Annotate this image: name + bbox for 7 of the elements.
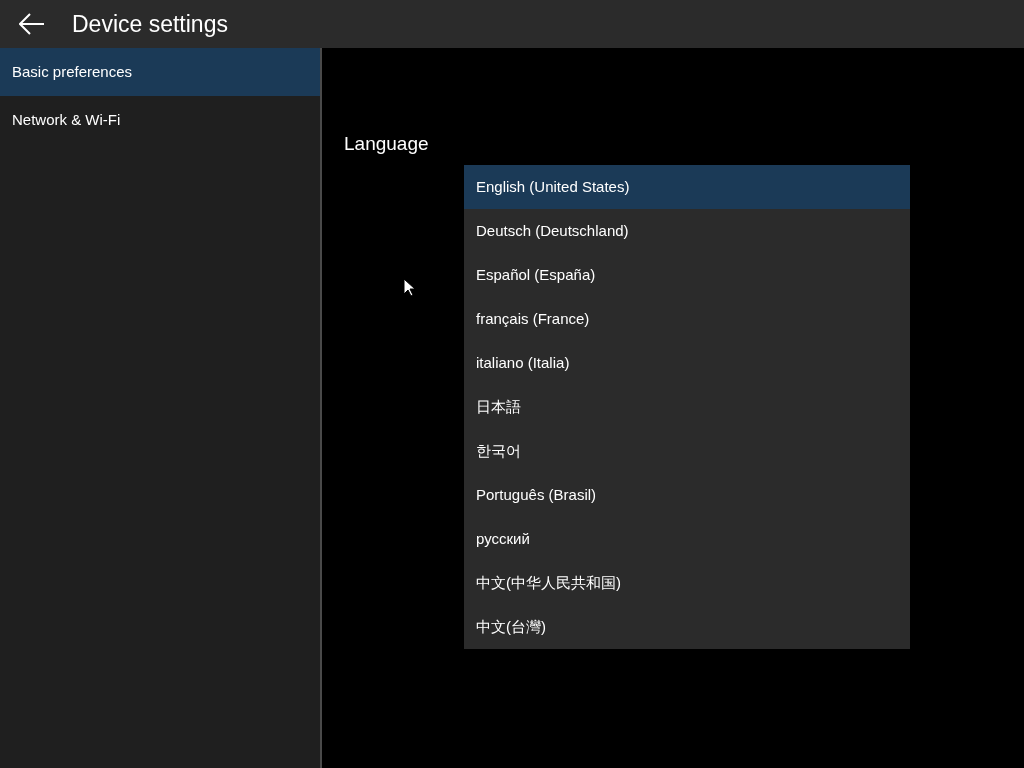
language-option[interactable]: English (United States) [464, 165, 910, 209]
mouse-cursor-icon [403, 278, 415, 297]
page-title: Device settings [72, 9, 228, 39]
sidebar-item[interactable]: Network & Wi-Fi [0, 96, 320, 144]
language-label: Language [344, 132, 430, 156]
back-arrow-icon [19, 13, 45, 35]
sidebar-item[interactable]: Basic preferences [0, 48, 320, 96]
